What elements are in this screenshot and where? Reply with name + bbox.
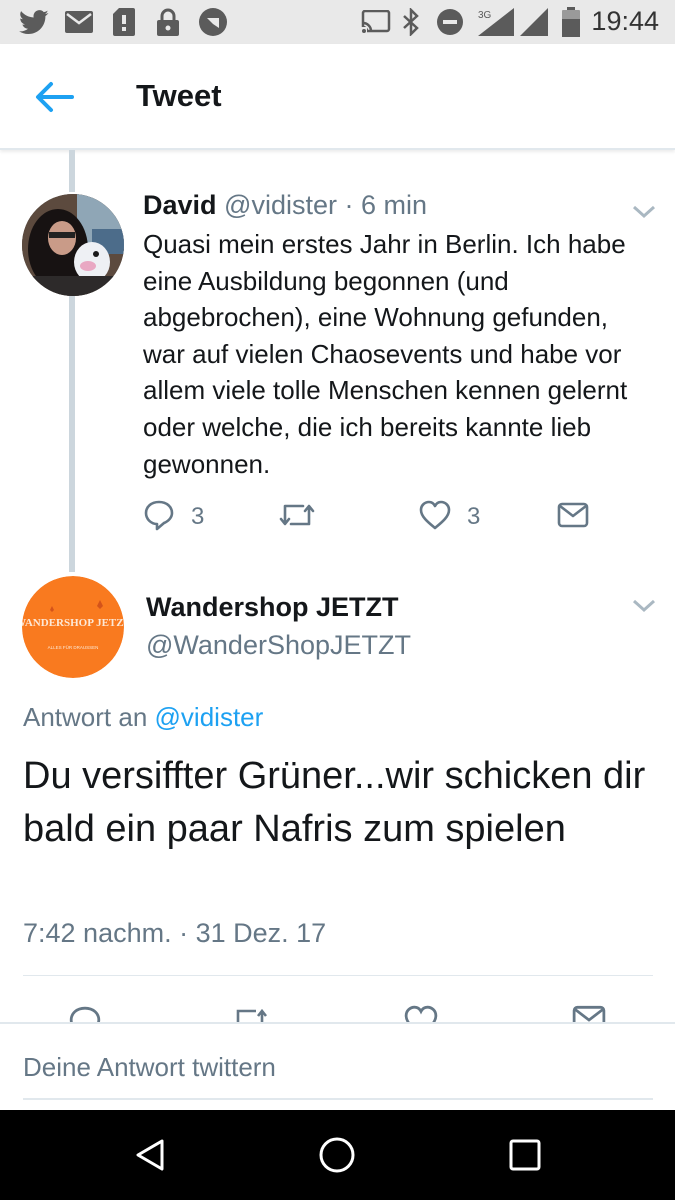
heart-icon[interactable] bbox=[404, 1005, 438, 1022]
avatar[interactable]: WANDERSHOP JETZT ALLES FÜR DRAUSSEN bbox=[22, 576, 124, 678]
recents-icon[interactable] bbox=[505, 1135, 545, 1175]
thread-line bbox=[69, 150, 75, 192]
app-icon bbox=[198, 8, 228, 36]
signal-icon bbox=[520, 8, 548, 36]
home-icon[interactable] bbox=[317, 1135, 357, 1175]
signal-icon: 3G bbox=[478, 8, 514, 36]
reply-button[interactable]: 3 bbox=[143, 500, 204, 534]
bluetooth-icon bbox=[400, 8, 422, 36]
tweet-text: Du versiffter Grüner...wir schicken dir … bbox=[23, 755, 646, 850]
reply-composer: Deine Antwort twittern bbox=[0, 1022, 675, 1110]
heart-icon bbox=[419, 500, 451, 535]
chevron-down-icon[interactable] bbox=[632, 598, 656, 614]
reply-to-handle[interactable]: @vidister bbox=[155, 702, 264, 732]
divider bbox=[23, 975, 653, 976]
reply-icon bbox=[143, 499, 175, 536]
sd-card-icon bbox=[112, 8, 136, 36]
mail-icon bbox=[64, 8, 94, 36]
avatar[interactable] bbox=[22, 194, 124, 296]
lock-icon bbox=[156, 8, 180, 36]
reply-prefix: Antwort an bbox=[23, 702, 148, 732]
like-button[interactable]: 3 bbox=[419, 500, 480, 534]
thread-line bbox=[69, 296, 75, 572]
twitter-icon bbox=[18, 8, 50, 36]
svg-text:3G: 3G bbox=[478, 10, 492, 21]
like-count: 3 bbox=[467, 503, 481, 530]
user-name[interactable]: David bbox=[143, 190, 217, 220]
reply-count: 3 bbox=[191, 503, 205, 530]
status-time: 19:44 bbox=[591, 6, 659, 36]
user-handle[interactable]: @WanderShopJETZT bbox=[146, 630, 411, 661]
battery-icon bbox=[560, 7, 582, 37]
reply-input[interactable]: Deine Antwort twittern bbox=[23, 1052, 276, 1083]
tweet-header: David @vidister · 6 min bbox=[143, 190, 427, 221]
back-arrow-icon[interactable] bbox=[34, 80, 74, 114]
mail-icon bbox=[557, 502, 589, 533]
tweet-actions bbox=[0, 1000, 675, 1022]
app-bar: Tweet bbox=[0, 44, 675, 150]
cast-icon bbox=[360, 8, 392, 36]
input-underline bbox=[23, 1098, 653, 1100]
retweet-button[interactable] bbox=[279, 500, 315, 534]
share-button[interactable] bbox=[557, 500, 589, 534]
mail-icon[interactable] bbox=[572, 1005, 606, 1022]
tweet-actions: 3 3 bbox=[143, 500, 603, 534]
user-handle[interactable]: @vidister bbox=[224, 190, 337, 220]
retweet-icon[interactable] bbox=[232, 1006, 268, 1022]
status-bar: 3G 19:44 bbox=[0, 0, 675, 44]
tweet-text: Quasi mein erstes Jahr in Berlin. Ich ha… bbox=[143, 229, 628, 479]
user-name[interactable]: Wandershop JETZT bbox=[146, 592, 399, 623]
tweet-timestamp: 7:42 nachm. · 31 Dez. 17 bbox=[23, 918, 327, 948]
reply-icon[interactable] bbox=[68, 1005, 102, 1022]
back-icon[interactable] bbox=[130, 1135, 170, 1175]
avatar-logo-text: WANDERSHOP JETZT bbox=[22, 617, 124, 629]
do-not-disturb-icon bbox=[436, 8, 464, 36]
reply-context: Antwort an @vidister bbox=[23, 702, 263, 733]
page-title: Tweet bbox=[136, 78, 222, 113]
tweet-age: 6 min bbox=[361, 190, 428, 220]
avatar-logo-subtext: ALLES FÜR DRAUSSEN bbox=[48, 644, 99, 650]
system-nav-bar bbox=[0, 1110, 675, 1200]
chevron-down-icon[interactable] bbox=[632, 204, 656, 220]
separator: · bbox=[344, 190, 354, 220]
retweet-icon bbox=[279, 501, 315, 534]
